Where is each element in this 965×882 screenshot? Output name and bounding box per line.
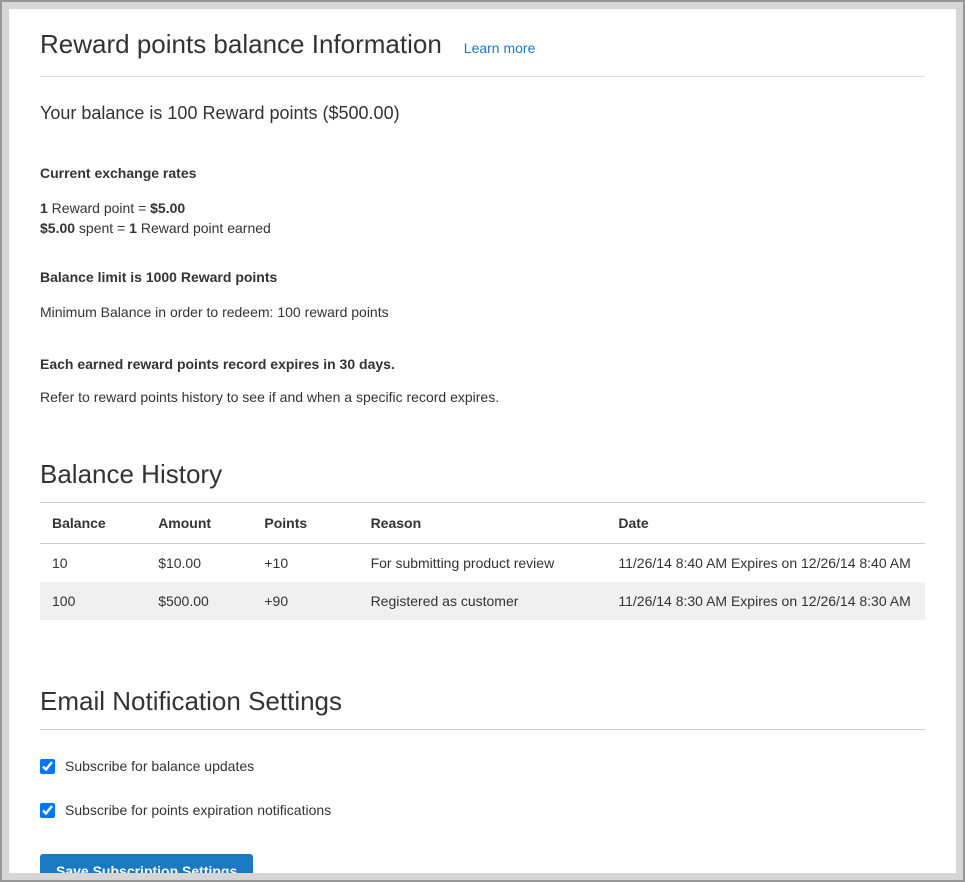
column-header-balance: Balance: [40, 503, 146, 544]
exchange-rate-line-1: 1 Reward point = $5.00: [40, 200, 185, 216]
cell-amount: $10.00: [146, 544, 252, 583]
cell-reason: Registered as customer: [359, 582, 607, 620]
column-header-date: Date: [606, 503, 925, 544]
reward-points-card: Reward points balance Information Learn …: [9, 9, 956, 873]
column-header-points: Points: [252, 503, 358, 544]
page-header: Reward points balance Information Learn …: [40, 29, 925, 77]
expiry-heading: Each earned reward points record expires…: [40, 355, 925, 374]
table-row: 10 $10.00 +10 For submitting product rev…: [40, 544, 925, 583]
balance-summary: Your balance is 100 Reward points ($500.…: [40, 103, 925, 124]
minimum-balance-note: Minimum Balance in order to redeem: 100 …: [40, 303, 925, 322]
cell-balance: 100: [40, 582, 146, 620]
table-header-row: Balance Amount Points Reason Date: [40, 503, 925, 544]
page-background: Reward points balance Information Learn …: [0, 0, 965, 882]
balance-history-heading: Balance History: [40, 459, 925, 503]
learn-more-link[interactable]: Learn more: [464, 40, 536, 56]
balance-updates-checkbox[interactable]: [40, 759, 55, 774]
cell-date: 11/26/14 8:40 AM Expires on 12/26/14 8:4…: [606, 544, 925, 583]
exchange-rate-lines: 1 Reward point = $5.00 $5.00 spent = 1 R…: [40, 199, 925, 238]
expiration-notifications-option: Subscribe for points expiration notifica…: [40, 802, 925, 818]
cell-points: +90: [252, 582, 358, 620]
save-subscription-settings-button[interactable]: Save Subscription Settings: [40, 854, 253, 873]
balance-updates-option: Subscribe for balance updates: [40, 758, 925, 774]
cell-date: 11/26/14 8:30 AM Expires on 12/26/14 8:3…: [606, 582, 925, 620]
expiry-note: Refer to reward points history to see if…: [40, 388, 925, 407]
expiration-notifications-label[interactable]: Subscribe for points expiration notifica…: [65, 802, 331, 818]
page-title: Reward points balance Information: [40, 29, 442, 60]
column-header-reason: Reason: [359, 503, 607, 544]
cell-reason: For submitting product review: [359, 544, 607, 583]
balance-updates-label[interactable]: Subscribe for balance updates: [65, 758, 254, 774]
exchange-rate-line-2: $5.00 spent = 1 Reward point earned: [40, 220, 271, 236]
column-header-amount: Amount: [146, 503, 252, 544]
table-row: 100 $500.00 +90 Registered as customer 1…: [40, 582, 925, 620]
email-settings-heading: Email Notification Settings: [40, 686, 925, 730]
expiration-notifications-checkbox[interactable]: [40, 803, 55, 818]
balance-history-table: Balance Amount Points Reason Date 10 $10…: [40, 503, 925, 620]
cell-amount: $500.00: [146, 582, 252, 620]
exchange-rates-heading: Current exchange rates: [40, 164, 925, 183]
cell-points: +10: [252, 544, 358, 583]
balance-limit: Balance limit is 1000 Reward points: [40, 268, 925, 287]
balance-info-section: Your balance is 100 Reward points ($500.…: [40, 103, 925, 407]
cell-balance: 10: [40, 544, 146, 583]
